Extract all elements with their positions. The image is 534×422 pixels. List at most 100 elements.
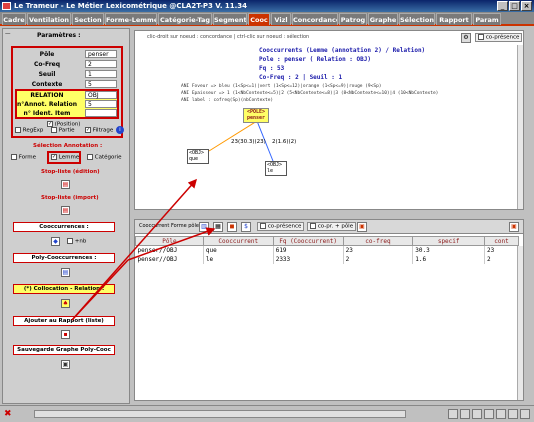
nb-checkbox[interactable]: [67, 238, 73, 244]
col-header-cont[interactable]: cont: [484, 236, 519, 246]
categorie-option[interactable]: Catégorie: [87, 154, 122, 161]
graph-vscrollbar[interactable]: [517, 45, 523, 209]
tab-graphe[interactable]: Graphe: [368, 13, 398, 25]
stop-import-label: Stop-liste (import): [41, 195, 99, 201]
table-row[interactable]: penser//OBJ que 619 23 30.3 23: [135, 245, 519, 255]
status-btn-3[interactable]: [472, 409, 482, 419]
table-row[interactable]: penser//OBJ le 2333 2 1.6 2: [135, 254, 519, 264]
ajouter-rapport-button[interactable]: Ajouter au Rapport (liste): [13, 316, 115, 326]
tab-concordance[interactable]: Concordance: [292, 13, 338, 25]
table-toolbar-label: Cooccurrent Forme pôle: [139, 223, 199, 229]
table-export-icon[interactable]: ▣: [357, 222, 367, 232]
col-header-specif[interactable]: specif: [412, 236, 486, 246]
sauvegarde-graphe-button[interactable]: Sauvegarde Graphe Poly-Cooc: [13, 345, 115, 355]
table-vscrollbar[interactable]: [517, 246, 523, 400]
cell-pole: penser//OBJ: [135, 254, 204, 264]
annot-field[interactable]: 5: [85, 100, 117, 108]
col-header-cooccurrent[interactable]: Cooccurrent: [202, 236, 274, 246]
progress-bar: [34, 410, 406, 418]
seuil-field[interactable]: 1: [85, 70, 117, 78]
table-color-icon[interactable]: ◼: [227, 222, 237, 232]
categorie-checkbox[interactable]: [87, 154, 93, 160]
close-button[interactable]: ×: [521, 1, 532, 11]
partie-checkbox[interactable]: [51, 127, 57, 133]
selection-annotation-label: Sélection Annotation :: [33, 143, 103, 149]
status-btn-5[interactable]: [496, 409, 506, 419]
table-copresence-toggle[interactable]: co-présence: [257, 222, 305, 231]
cofreq-field[interactable]: 2: [85, 60, 117, 68]
ident-field[interactable]: [85, 109, 117, 117]
status-bar: ✖: [0, 405, 534, 422]
tab-cadre[interactable]: Cadre: [2, 13, 26, 25]
relation-label: RELATION: [30, 92, 64, 99]
col-header-pole[interactable]: Pôle: [135, 236, 204, 246]
regexp-checkbox[interactable]: [15, 127, 21, 133]
tab-cooc[interactable]: Cooc: [248, 13, 270, 25]
filtrage-option[interactable]: ✓ Filtrage: [85, 127, 113, 134]
tab-patrog[interactable]: Patrog: [339, 13, 367, 25]
tab-selection[interactable]: Sélection: [399, 13, 435, 25]
collocation-button[interactable]: (*) Collocation - Relation :: [13, 284, 115, 294]
collocation-icon[interactable]: ♠: [61, 299, 70, 308]
status-btn-7[interactable]: [520, 409, 530, 419]
table-close-icon[interactable]: ▣: [509, 222, 519, 232]
pole-field[interactable]: penser: [85, 50, 117, 58]
partie-option[interactable]: Partie: [51, 127, 75, 134]
tab-segment[interactable]: Segment: [213, 13, 247, 25]
tab-param[interactable]: Param: [473, 13, 501, 25]
table-grid-icon[interactable]: ▦: [213, 222, 223, 232]
regexp-label: RegExp: [22, 127, 44, 134]
status-btn-6[interactable]: [508, 409, 518, 419]
regexp-option[interactable]: RegExp: [15, 127, 43, 134]
contexte-field[interactable]: 5: [85, 80, 117, 88]
cooc-run-icon[interactable]: ◆: [51, 237, 60, 246]
save-icon[interactable]: ▣: [61, 360, 70, 369]
col-header-cofreq[interactable]: co-freq: [342, 236, 414, 246]
stop-edition-icon[interactable]: ▤: [61, 180, 70, 189]
edge-label-que: 23(30.3)(23): [231, 139, 266, 145]
cell-fq: 619: [273, 245, 344, 255]
tab-rapport[interactable]: Rapport: [436, 13, 472, 25]
maximize-button[interactable]: □: [509, 1, 520, 11]
contexte-label: Contexte: [31, 81, 63, 88]
status-btn-1[interactable]: [448, 409, 458, 419]
table-sort-icon[interactable]: $: [241, 222, 251, 232]
poly-cooc-icon[interactable]: ▤: [61, 268, 70, 277]
lemme-label: Lemme: [58, 154, 80, 161]
lemme-checkbox[interactable]: ✓: [51, 154, 57, 160]
node-le[interactable]: <OBJ> le: [265, 161, 287, 176]
cooccurrences-button[interactable]: Cooccurrences :: [13, 222, 115, 232]
seuil-row: Seuil 1: [17, 70, 117, 79]
info-icon[interactable]: i: [116, 126, 124, 134]
node-que[interactable]: <OBJ> que: [187, 149, 209, 164]
col-header-fq[interactable]: Fq (Cooccurrent): [272, 236, 344, 246]
tab-ventilation[interactable]: Ventilation: [27, 13, 71, 25]
nb-option[interactable]: +nb: [67, 238, 86, 245]
stop-icon[interactable]: ✖: [4, 409, 14, 419]
table-copole-checkbox[interactable]: [310, 223, 316, 229]
table-copresence-checkbox[interactable]: [260, 223, 266, 229]
window-title: Le Trameur - Le Métier Lexicométrique @C…: [14, 2, 248, 10]
tab-categorie-tag[interactable]: Catégorie-Tag: [158, 13, 212, 25]
filtrage-checkbox[interactable]: ✓: [85, 127, 91, 133]
cell-cofreq: 23: [343, 245, 414, 255]
relation-field[interactable]: OBJ: [85, 91, 117, 99]
pole-node[interactable]: <POLE> penser: [243, 108, 269, 123]
table-chart-icon[interactable]: ▥: [199, 222, 209, 232]
status-btn-4[interactable]: [484, 409, 494, 419]
table-copole-toggle[interactable]: co-pr. + pôle: [307, 222, 357, 231]
forme-checkbox[interactable]: [11, 154, 17, 160]
ajouter-rapport-icon[interactable]: ▪: [61, 330, 70, 339]
forme-option[interactable]: Forme: [11, 154, 36, 161]
status-btn-2[interactable]: [460, 409, 470, 419]
minimize-button[interactable]: _: [497, 1, 508, 11]
tab-vizl[interactable]: Vizl: [271, 13, 291, 25]
tab-forme-lemme[interactable]: Forme-Lemme: [105, 13, 157, 25]
cell-cooccurrent: le: [203, 254, 274, 264]
table-pane: Cooccurrent Forme pôle ▥ ▦ ◼ $ co-présen…: [134, 219, 524, 401]
graph-canvas: [208, 120, 274, 162]
poly-cooc-button[interactable]: Poly-Cooccurrences :: [13, 253, 115, 263]
tab-section[interactable]: Section: [72, 13, 104, 25]
lemme-option[interactable]: ✓ Lemme: [51, 154, 79, 161]
stop-import-icon[interactable]: ▤: [61, 206, 70, 215]
